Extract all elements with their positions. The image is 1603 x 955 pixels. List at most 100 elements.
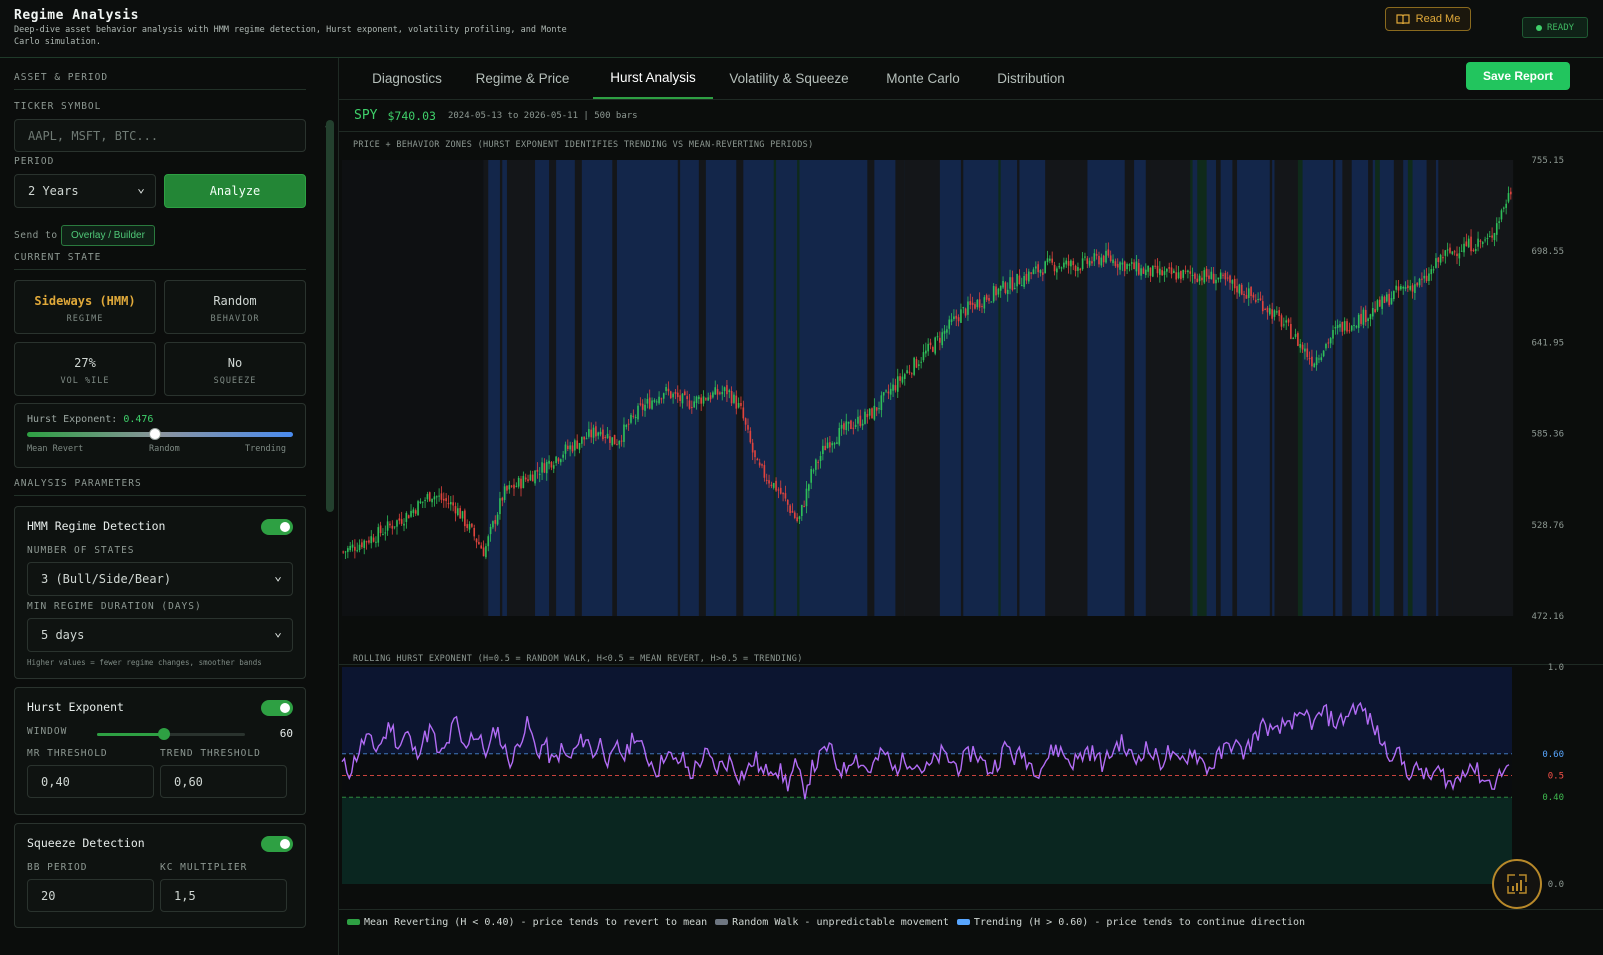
candle-body: [1226, 277, 1229, 279]
threshold-label: 0.40: [1542, 793, 1564, 803]
candle-body: [433, 496, 436, 500]
candle-body: [910, 373, 913, 375]
app-header: Regime Analysis Deep-dive asset behavior…: [0, 0, 1603, 58]
sidebar-scrollbar[interactable]: [326, 120, 334, 512]
candle-body: [896, 376, 899, 392]
candle-body: [1002, 280, 1004, 288]
tab-monte-carlo[interactable]: Monte Carlo: [873, 58, 973, 99]
tab-distribution[interactable]: Distribution: [985, 58, 1077, 99]
ticker-input[interactable]: AAPL, MSFT, BTC...: [14, 119, 306, 152]
random-zone: [499, 160, 503, 616]
candle-body: [1322, 350, 1325, 357]
candle-body: [578, 442, 581, 450]
bb-period-input[interactable]: 20: [27, 879, 154, 912]
candle-body: [1315, 357, 1318, 366]
candle-body: [653, 400, 656, 402]
hurst-toggle[interactable]: [261, 700, 293, 716]
random-zone: [1045, 160, 1088, 616]
read-me-button[interactable]: Read Me: [1385, 7, 1471, 31]
candle-body: [901, 376, 904, 383]
candle-body: [1233, 278, 1236, 289]
candle-body: [559, 459, 562, 463]
candle-body: [676, 392, 679, 398]
duration-select[interactable]: 5 days: [27, 618, 293, 652]
candle-body: [1072, 261, 1075, 266]
candle-body: [632, 415, 635, 417]
date-range: 2024-05-13 to 2026-05-11 | 500 bars: [447, 110, 638, 121]
candle-body: [854, 424, 857, 427]
candle-body: [1362, 309, 1365, 325]
candle-body: [873, 405, 876, 420]
candle-body: [482, 547, 485, 557]
candle-body: [1308, 358, 1311, 360]
candle-body: [1364, 309, 1367, 323]
candle-body: [953, 316, 955, 320]
candle-body: [648, 397, 651, 409]
random-zone: [1452, 160, 1514, 616]
chart-tools-button[interactable]: [1492, 859, 1542, 909]
candle-body: [496, 514, 499, 525]
candle-body: [1020, 285, 1023, 287]
regime-label: REGIME: [66, 314, 104, 324]
window-slider-handle[interactable]: [157, 728, 170, 740]
squeeze-toggle[interactable]: [261, 836, 293, 852]
candle-body: [955, 315, 958, 319]
trend-threshold-input[interactable]: 0,60: [160, 765, 287, 798]
random-zone: [1215, 160, 1221, 616]
candle-body: [1456, 253, 1458, 257]
candle-body: [1102, 255, 1105, 263]
candle-body: [536, 469, 539, 472]
analyze-button[interactable]: Analyze: [164, 174, 306, 208]
kc-multiplier-input[interactable]: 1,5: [160, 879, 287, 912]
candle-body: [882, 392, 885, 396]
candle-body: [925, 350, 927, 354]
candle-body: [693, 401, 695, 408]
candle-body: [728, 390, 731, 393]
candle-body: [1481, 242, 1484, 244]
candle-body: [1032, 269, 1035, 275]
candle-body: [1348, 330, 1351, 332]
candle-body: [1383, 296, 1386, 303]
candle-body: [606, 433, 609, 439]
section-current-state: CURRENT STATE: [14, 252, 306, 270]
window-slider-track[interactable]: [97, 728, 245, 740]
mr-threshold-input[interactable]: 0,40: [27, 765, 154, 798]
candle-body: [1023, 276, 1025, 287]
candle-body: [660, 398, 663, 400]
candle-body: [1009, 277, 1011, 289]
candle-body: [1259, 298, 1262, 301]
candle-body: [1140, 268, 1142, 276]
save-report-button[interactable]: Save Report: [1466, 62, 1570, 90]
candle-body: [1432, 269, 1435, 271]
period-select[interactable]: 2 Years: [14, 174, 156, 208]
candle-body: [1285, 320, 1288, 323]
candle-body: [1390, 298, 1393, 305]
tab-regime-price[interactable]: Regime & Price: [466, 58, 579, 99]
candle-body: [452, 502, 454, 506]
candle-body: [1198, 275, 1201, 282]
overlay-builder-chip[interactable]: Overlay / Builder: [61, 225, 155, 246]
tab-hurst-analysis[interactable]: Hurst Analysis: [593, 58, 713, 99]
candle-body: [679, 395, 681, 401]
candle-body: [1077, 267, 1079, 271]
hmm-toggle[interactable]: [261, 519, 293, 535]
candle-body: [941, 332, 944, 346]
tab-diagnostics[interactable]: Diagnostics: [354, 58, 460, 99]
candle-body: [1264, 309, 1266, 311]
candle-body: [1065, 260, 1068, 265]
ticker-symbol: SPY: [354, 108, 378, 123]
candle-body: [983, 297, 986, 309]
random-zone: [904, 160, 940, 616]
states-select[interactable]: 3 (Bull/Side/Bear): [27, 562, 293, 596]
candle-body: [1194, 273, 1196, 279]
candle-body: [438, 495, 440, 497]
candle-body: [1025, 273, 1028, 281]
candle-body: [602, 429, 604, 440]
candle-body: [363, 540, 366, 548]
candle-body: [623, 424, 625, 442]
candle-body: [768, 480, 770, 484]
candle-body: [878, 408, 880, 410]
candle-body: [712, 392, 714, 398]
tab-volatility-squeeze[interactable]: Volatility & Squeeze: [719, 58, 859, 99]
hurst-tick-label: 1.0: [1548, 663, 1564, 673]
